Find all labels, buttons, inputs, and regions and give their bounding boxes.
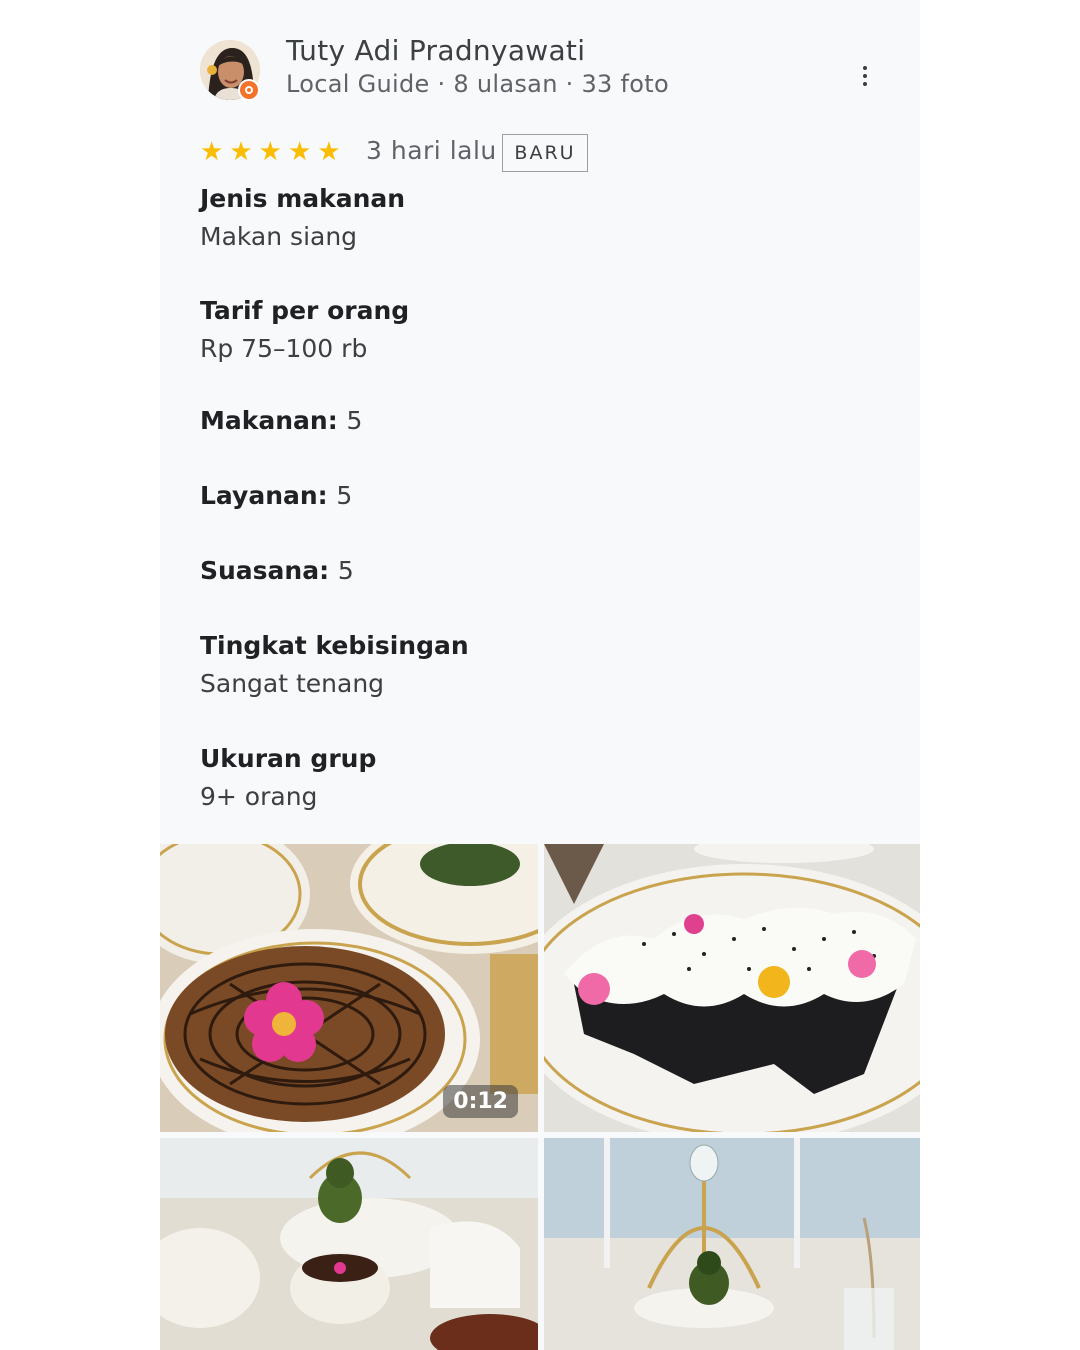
star-icon: ★ [317, 137, 341, 167]
review-card: Tuty Adi Pradnyawati Local Guide · 8 ula… [160, 0, 920, 1350]
review-date: 3 hari lalu [366, 136, 497, 165]
reviewer-name[interactable]: Tuty Adi Pradnyawati [286, 34, 585, 67]
more-options-icon[interactable] [850, 58, 880, 94]
star-icon: ★ [287, 137, 312, 167]
review-photo-3[interactable] [160, 1138, 538, 1350]
meal-type-label: Jenis makanan [200, 184, 406, 213]
service-label: Layanan: [200, 481, 328, 510]
tea-table-photo [160, 1138, 538, 1350]
meal-type-value: Makan siang [200, 222, 358, 251]
food-rating: Makanan: 5 [200, 406, 362, 436]
review-video-thumbnail[interactable]: 0:12 [160, 844, 538, 1132]
price-value: Rp 75–100 rb [200, 334, 368, 363]
atmosphere-label: Suasana: [200, 556, 330, 585]
group-size: Ukuran grup 9+ orang [200, 744, 376, 812]
local-guide-badge-icon [238, 79, 260, 101]
noise-level: Tingkat kebisingan Sangat tenang [200, 631, 469, 699]
price-label: Tarif per orang [200, 296, 410, 325]
atmosphere-rating: Suasana: 5 [200, 556, 354, 586]
group-value: 9+ orang [200, 782, 318, 811]
price-per-person: Tarif per orang Rp 75–100 rb [200, 296, 409, 364]
review-photo-2[interactable] [544, 844, 920, 1132]
noise-value: Sangat tenang [200, 669, 385, 698]
food-label: Makanan: [200, 406, 338, 435]
star-icon: ★ [229, 137, 253, 167]
video-duration: 0:12 [443, 1085, 518, 1118]
review-photo-4[interactable] [544, 1138, 920, 1350]
star-icon: ★ [200, 137, 224, 167]
star-rating: ★ ★ ★ ★ ★ [200, 138, 341, 166]
meal-type: Jenis makanan Makan siang [200, 184, 405, 252]
new-badge: BARU [502, 134, 588, 172]
window-stand-photo [544, 1138, 920, 1350]
service-rating: Layanan: 5 [200, 481, 352, 511]
group-label: Ukuran grup [200, 744, 377, 773]
atmosphere-value: 5 [337, 556, 354, 585]
service-value: 5 [336, 481, 353, 510]
star-icon: ★ [258, 137, 282, 167]
food-value: 5 [346, 406, 363, 435]
noise-label: Tingkat kebisingan [200, 631, 469, 660]
cream-cake-photo [544, 844, 920, 1132]
reviewer-meta[interactable]: Local Guide · 8 ulasan · 33 foto [286, 70, 669, 98]
